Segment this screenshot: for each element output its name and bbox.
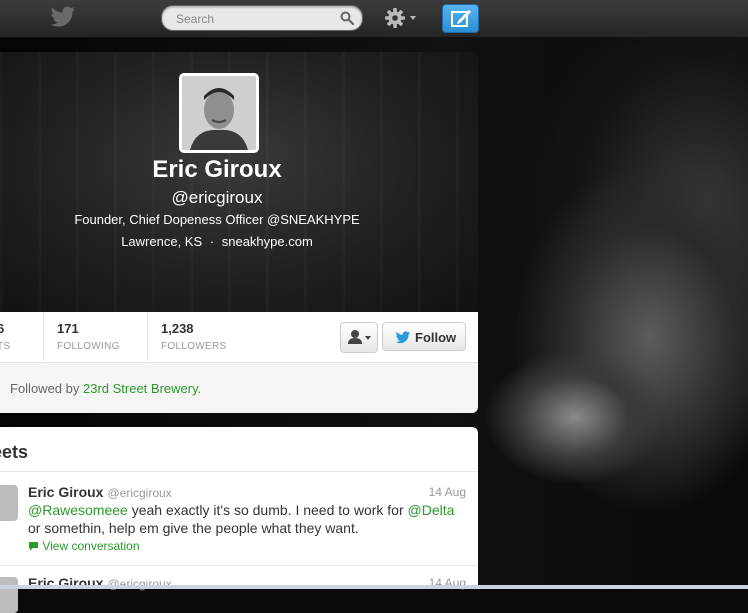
followed-by-prefix: Followed by <box>10 381 83 396</box>
profile-website-link[interactable]: sneakhype.com <box>222 234 313 249</box>
tweet-mention-link[interactable]: @Delta <box>408 502 455 518</box>
profile-handle: @ericgiroux <box>171 188 263 207</box>
tweet-author[interactable]: Eric Giroux @ericgiroux <box>28 484 172 500</box>
stat-followers[interactable]: 1,238 FOLLOWERS <box>161 321 227 352</box>
avatar[interactable] <box>179 73 259 153</box>
horizontal-scrollbar[interactable] <box>0 585 748 589</box>
tweet-author-name: Eric Giroux <box>28 484 104 500</box>
profile-location: Lawrence, KS <box>121 234 203 249</box>
search-input[interactable] <box>174 9 338 29</box>
compose-icon <box>451 10 471 27</box>
stat-divider <box>43 312 44 362</box>
gear-icon[interactable] <box>383 6 419 30</box>
search-icon[interactable] <box>340 11 354 25</box>
stat-following[interactable]: 171 FOLLOWING <box>57 321 120 352</box>
tweets-module: eets Eric Giroux@ericgiroux 14 Aug @Rawe… <box>0 427 478 613</box>
tweet-text-part: yeah exactly it's so dumb. I need to wor… <box>127 502 408 518</box>
tweets-count: 6 <box>0 321 5 336</box>
divider <box>0 565 478 566</box>
tweet-text: @Rawesomeee yeah exactly it's so dumb. I… <box>28 501 468 537</box>
tweet-text-part: or somethin, help em give the people wha… <box>28 520 359 536</box>
followed-by-bar: Followed by 23rd Street Brewery. <box>0 363 478 413</box>
user-actions-button[interactable] <box>340 322 378 353</box>
following-count: 171 <box>57 321 79 336</box>
view-conversation-link[interactable]: View conversation <box>28 539 140 553</box>
tweet-avatar[interactable] <box>0 577 18 613</box>
follow-label: Follow <box>415 330 457 345</box>
following-label: FOLLOWING <box>57 341 120 352</box>
tweet-mention-link[interactable]: @Rawesomeee <box>28 502 128 518</box>
chevron-down-icon <box>365 336 371 340</box>
tweets-label: TS <box>0 341 11 352</box>
tweet-avatar[interactable] <box>0 485 18 521</box>
followers-label: FOLLOWERS <box>161 341 227 352</box>
location-separator: · <box>209 234 215 249</box>
profile-name: Eric Giroux <box>152 156 282 183</box>
tweet-date[interactable]: 14 Aug <box>429 485 466 499</box>
view-conversation-label: View conversation <box>42 539 140 553</box>
followers-count: 1,238 <box>161 321 194 336</box>
twitter-bird-icon <box>395 331 411 344</box>
compose-tweet-button[interactable] <box>442 4 479 33</box>
tweets-heading: eets <box>0 442 29 462</box>
follow-button[interactable]: Follow <box>382 322 466 351</box>
stat-divider <box>147 312 148 362</box>
followed-by-text: Followed by 23rd Street Brewery. <box>10 381 201 396</box>
chevron-down-icon <box>410 16 416 20</box>
stat-tweets[interactable]: 6 TS <box>0 321 10 352</box>
profile-photo <box>182 76 256 150</box>
speech-bubble-icon <box>29 542 38 551</box>
profile-bio: Founder, Chief Dopeness Officer @SNEAKHY… <box>74 212 360 227</box>
user-icon <box>348 330 371 344</box>
profile-stats-bar: 6 TS 171 FOLLOWING 1,238 FOLLOWERS Follo… <box>0 312 478 363</box>
twitter-bird-icon[interactable] <box>50 6 76 28</box>
divider <box>0 471 478 472</box>
search-box <box>161 5 363 31</box>
top-navigation-bar <box>0 0 748 38</box>
followed-by-link[interactable]: 23rd Street Brewery <box>83 381 198 396</box>
profile-location-line: Lawrence, KS · sneakhype.com <box>0 234 434 249</box>
tweet-author-handle: @ericgiroux <box>107 486 172 500</box>
followed-by-suffix: . <box>197 381 202 396</box>
